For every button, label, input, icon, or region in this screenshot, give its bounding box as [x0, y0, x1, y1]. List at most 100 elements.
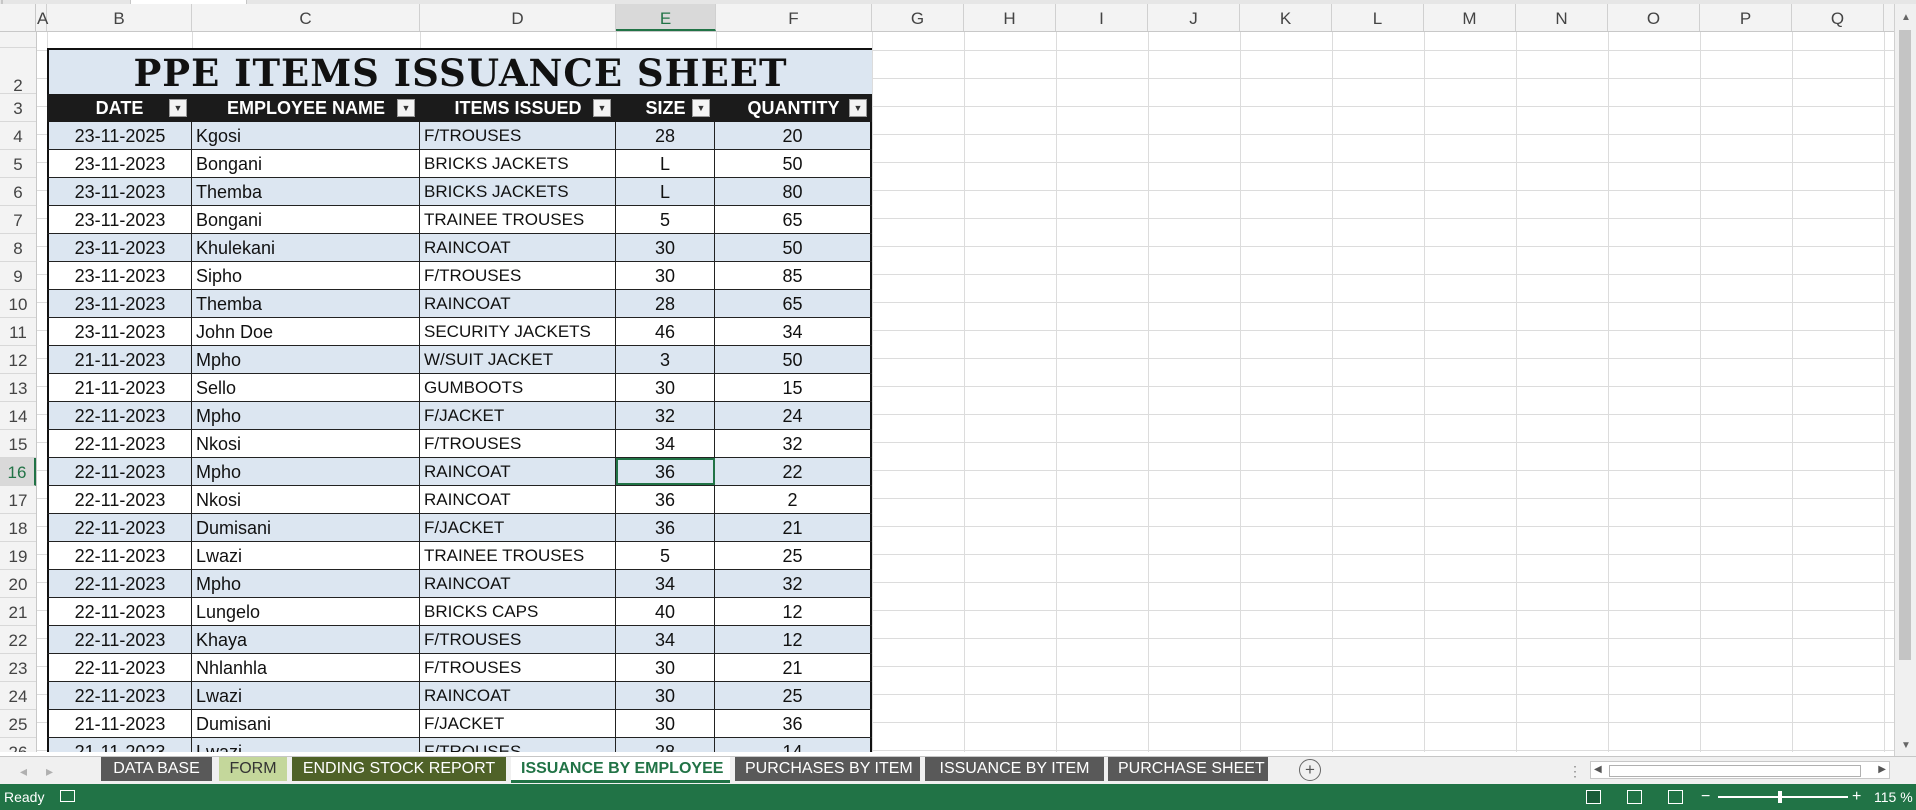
cell-date[interactable]: 23-11-2023 — [47, 178, 192, 205]
add-sheet-icon[interactable]: + — [1299, 759, 1321, 781]
cell-item-issued[interactable]: BRICKS CAPS — [420, 598, 616, 625]
column-header-h[interactable]: H — [964, 4, 1056, 31]
row-header-17[interactable]: 17 — [0, 486, 36, 514]
cell-item-issued[interactable]: F/JACKET — [420, 710, 616, 737]
cell-quantity[interactable]: 21 — [715, 654, 872, 681]
cell-quantity[interactable]: 25 — [715, 682, 872, 709]
cell-employee-name[interactable]: Sello — [192, 374, 420, 401]
cell-size[interactable]: 28 — [616, 122, 715, 149]
cell-size[interactable]: 36 — [616, 486, 715, 513]
row-header-14[interactable]: 14 — [0, 402, 36, 430]
row-header-1[interactable] — [0, 32, 36, 48]
sheet-tab-purchase-sheet[interactable]: PURCHASE SHEET — [1108, 757, 1268, 781]
cell-quantity[interactable]: 36 — [715, 710, 872, 737]
column-header-b[interactable]: B — [47, 4, 192, 31]
cell-date[interactable]: 22-11-2023 — [47, 654, 192, 681]
cell-item-issued[interactable]: F/TROUSES — [420, 262, 616, 289]
cell-employee-name[interactable]: Mpho — [192, 458, 420, 485]
cell-item-issued[interactable]: F/TROUSES — [420, 654, 616, 681]
cell-date[interactable]: 21-11-2023 — [47, 738, 192, 752]
cell-size[interactable]: 3 — [616, 346, 715, 373]
cell-size[interactable]: 28 — [616, 738, 715, 752]
cell-item-issued[interactable]: RAINCOAT — [420, 234, 616, 261]
row-header-10[interactable]: 10 — [0, 290, 36, 318]
cell-date[interactable]: 21-11-2023 — [47, 346, 192, 373]
cell-date[interactable]: 22-11-2023 — [47, 682, 192, 709]
row-header-16[interactable]: 16 — [0, 458, 36, 486]
cell-item-issued[interactable]: F/TROUSES — [420, 738, 616, 752]
row-header-26[interactable]: 26 — [0, 738, 36, 752]
cell-employee-name[interactable]: Nkosi — [192, 486, 420, 513]
sheet-tab-data-base[interactable]: DATA BASE — [101, 757, 212, 781]
cell-quantity[interactable]: 12 — [715, 598, 872, 625]
filter-dropdown-icon[interactable]: ▼ — [692, 99, 710, 117]
cell-date[interactable]: 22-11-2023 — [47, 598, 192, 625]
macro-record-icon[interactable] — [60, 790, 75, 802]
cell-size[interactable]: 40 — [616, 598, 715, 625]
tab-scroll-right-icon[interactable]: ▸ — [46, 757, 53, 785]
row-header-11[interactable]: 11 — [0, 318, 36, 346]
cell-date[interactable]: 23-11-2023 — [47, 234, 192, 261]
cell-employee-name[interactable]: Lwazi — [192, 682, 420, 709]
cell-employee-name[interactable]: Nkosi — [192, 430, 420, 457]
row-header-19[interactable]: 19 — [0, 542, 36, 570]
column-header-q[interactable]: Q — [1792, 4, 1884, 31]
cell-date[interactable]: 23-11-2025 — [47, 122, 192, 149]
page-break-preview-icon[interactable] — [1668, 790, 1683, 804]
row-header-3[interactable]: 3 — [0, 94, 36, 122]
cell-employee-name[interactable]: Khulekani — [192, 234, 420, 261]
cell-employee-name[interactable]: Mpho — [192, 570, 420, 597]
row-header-23[interactable]: 23 — [0, 654, 36, 682]
cell-employee-name[interactable]: Dumisani — [192, 514, 420, 541]
select-all-corner[interactable] — [0, 4, 36, 31]
cell-size[interactable]: 46 — [616, 318, 715, 345]
cell-employee-name[interactable]: Kgosi — [192, 122, 420, 149]
cell-item-issued[interactable]: RAINCOAT — [420, 570, 616, 597]
cell-quantity[interactable]: 65 — [715, 206, 872, 233]
cell-size[interactable]: 30 — [616, 374, 715, 401]
sheet-tab-purchases-by-item[interactable]: PURCHASES BY ITEM — [735, 757, 920, 781]
cell-date[interactable]: 23-11-2023 — [47, 290, 192, 317]
cell-quantity[interactable]: 50 — [715, 234, 872, 261]
row-header-2[interactable]: 2 — [0, 48, 36, 95]
cell-date[interactable]: 22-11-2023 — [47, 514, 192, 541]
cell-size[interactable]: 28 — [616, 290, 715, 317]
cell-quantity[interactable]: 21 — [715, 514, 872, 541]
filter-dropdown-icon[interactable]: ▼ — [169, 99, 187, 117]
cell-item-issued[interactable]: GUMBOOTS — [420, 374, 616, 401]
cell-employee-name[interactable]: Mpho — [192, 346, 420, 373]
cell-size[interactable]: 34 — [616, 570, 715, 597]
cell-size[interactable]: 30 — [616, 654, 715, 681]
cell-employee-name[interactable]: Lwazi — [192, 542, 420, 569]
row-header-13[interactable]: 13 — [0, 374, 36, 402]
cell-employee-name[interactable]: John Doe — [192, 318, 420, 345]
cell-date[interactable]: 23-11-2023 — [47, 150, 192, 177]
cell-quantity[interactable]: 22 — [715, 458, 872, 485]
column-header-e[interactable]: E — [616, 4, 716, 31]
cell-employee-name[interactable]: Bongani — [192, 150, 420, 177]
cell-quantity[interactable]: 34 — [715, 318, 872, 345]
cell-size[interactable]: 32 — [616, 402, 715, 429]
cell-quantity[interactable]: 65 — [715, 290, 872, 317]
cell-quantity[interactable]: 20 — [715, 122, 872, 149]
cell-quantity[interactable]: 25 — [715, 542, 872, 569]
cell-date[interactable]: 23-11-2023 — [47, 262, 192, 289]
zoom-level[interactable]: 115 % — [1874, 784, 1913, 810]
cell-date[interactable]: 22-11-2023 — [47, 626, 192, 653]
cell-item-issued[interactable]: RAINCOAT — [420, 682, 616, 709]
cell-employee-name[interactable]: Themba — [192, 290, 420, 317]
cell-date[interactable]: 21-11-2023 — [47, 374, 192, 401]
cell-item-issued[interactable]: BRICKS JACKETS — [420, 150, 616, 177]
column-header-c[interactable]: C — [192, 4, 420, 31]
cell-item-issued[interactable]: RAINCOAT — [420, 290, 616, 317]
row-header-5[interactable]: 5 — [0, 150, 36, 178]
vertical-scrollbar[interactable]: ▲ ▼ — [1894, 4, 1916, 756]
cell-size[interactable]: 30 — [616, 710, 715, 737]
cell-item-issued[interactable]: F/TROUSES — [420, 430, 616, 457]
row-header-25[interactable]: 25 — [0, 710, 36, 738]
cell-date[interactable]: 23-11-2023 — [47, 206, 192, 233]
cell-item-issued[interactable]: TRAINEE TROUSES — [420, 206, 616, 233]
row-header-7[interactable]: 7 — [0, 206, 36, 234]
scroll-down-icon[interactable]: ▼ — [1895, 740, 1916, 751]
cell-quantity[interactable]: 50 — [715, 150, 872, 177]
